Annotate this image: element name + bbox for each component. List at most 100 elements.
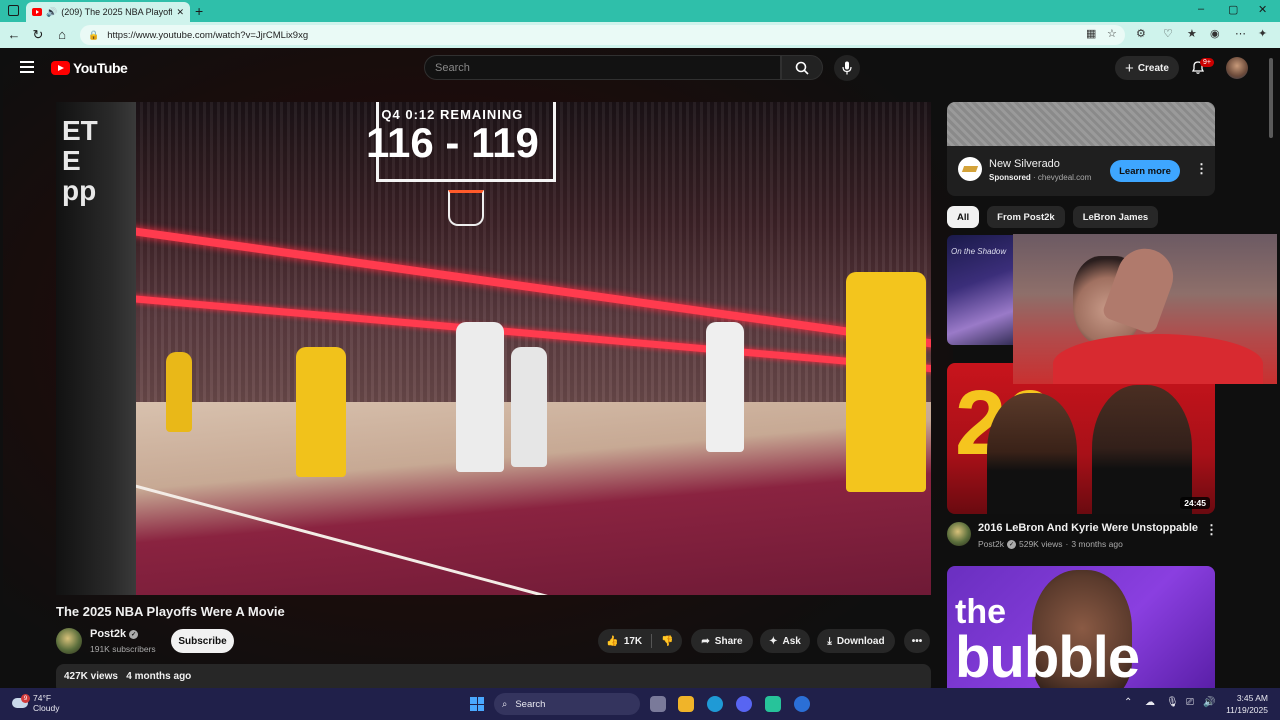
create-button[interactable]: + Create [1115, 56, 1179, 80]
browser-essentials-icon[interactable]: ♡ [1163, 27, 1173, 40]
ad-banner-image [947, 102, 1215, 146]
reader-view-icon[interactable]: ▦ [1086, 27, 1096, 40]
ad-more-options-icon[interactable]: ⋮ [1195, 161, 1208, 177]
related-video-thumbnail[interactable]: the bubble [947, 566, 1215, 688]
back-icon[interactable]: ← [6, 27, 22, 42]
ask-label: Ask [782, 635, 801, 647]
profile-icon[interactable]: ◉ [1210, 27, 1220, 40]
show-hidden-icons[interactable]: ⌃ [1124, 697, 1132, 708]
extensions-icon[interactable]: ⚙ [1136, 27, 1146, 40]
refresh-icon[interactable]: ↻ [30, 27, 46, 43]
related-video-thumbnail[interactable]: 20 24:45 [947, 363, 1215, 514]
page-scrollbar[interactable] [1269, 58, 1273, 138]
edge-browser-icon[interactable] [707, 696, 723, 712]
chip-all[interactable]: All [947, 206, 980, 228]
thumbs-up-icon: 👍 [606, 635, 619, 647]
like-separator [651, 634, 653, 648]
browser-tab-bar: 🔊 (209) The 2025 NBA Playoffs ✕ + ‒ ▢ ✕ [0, 0, 1280, 22]
sponsored-ad-card[interactable]: New Silverado Sponsored · chevydeal.com … [947, 102, 1215, 196]
tab-title: (209) The 2025 NBA Playoffs [61, 7, 173, 17]
voice-search-button[interactable] [834, 55, 860, 81]
menu-icon[interactable] [20, 61, 34, 73]
share-label: Share [714, 635, 743, 647]
taskbar-search[interactable]: ⌕ Search [494, 693, 640, 715]
download-button[interactable]: ⤓ Download [817, 629, 895, 653]
chip-from-post2k[interactable]: From Post2k [987, 206, 1065, 228]
thumbnail-player-kyrie [987, 393, 1077, 514]
browser-tab[interactable]: 🔊 (209) The 2025 NBA Playoffs ✕ [26, 2, 190, 22]
task-view-icon[interactable] [650, 696, 666, 712]
plus-icon: + [1125, 59, 1134, 77]
lock-icon[interactable]: 🔒 [88, 30, 99, 41]
address-bar[interactable]: 🔒 https://www.youtube.com/watch?v=JjrCML… [80, 25, 1125, 45]
related-video-title[interactable]: 2016 LeBron And Kyrie Were Unstoppable [978, 522, 1198, 534]
verified-icon: ✓ [1007, 539, 1016, 549]
share-button[interactable]: ➦ Share [691, 629, 753, 653]
tab-actions-icon[interactable] [8, 5, 19, 16]
favorite-star-icon[interactable]: ☆ [1107, 27, 1117, 40]
chip-lebron-james[interactable]: LeBron James [1072, 206, 1159, 228]
thumbs-down-icon[interactable]: 👎 [661, 636, 673, 647]
subscribe-button[interactable]: Subscribe [171, 629, 234, 653]
onedrive-icon[interactable]: ☁ [1145, 697, 1155, 708]
player-white-3 [706, 322, 744, 452]
download-label: Download [836, 635, 885, 647]
player-white-2 [511, 347, 547, 467]
app-icon[interactable] [765, 696, 781, 712]
maximize-button[interactable]: ▢ [1228, 3, 1238, 16]
player-yellow-43 [846, 272, 926, 492]
webcam-shirt [1053, 334, 1263, 384]
thumbnail-text: On the Shadow [951, 247, 1007, 256]
more-horizontal-icon: ••• [911, 635, 923, 647]
video-player[interactable]: ET Epp Q4 0:12 REMAINING 116 - 119 [56, 102, 931, 595]
search-button[interactable] [781, 55, 823, 80]
file-explorer-icon[interactable] [678, 696, 694, 712]
close-tab-icon[interactable]: ✕ [176, 7, 184, 18]
search-input[interactable]: Search [424, 55, 781, 80]
youtube-play-icon [51, 61, 70, 75]
start-button[interactable] [470, 697, 484, 711]
more-actions-button[interactable]: ••• [904, 629, 930, 653]
player-yellow-2 [166, 352, 192, 432]
speaker-icon[interactable]: 🔊 [46, 7, 57, 18]
network-icon[interactable]: ⎚ [1186, 697, 1194, 708]
volume-icon[interactable]: 🔊 [1203, 697, 1215, 708]
copilot-icon[interactable]: ✦ [1258, 27, 1267, 40]
settings-more-icon[interactable]: ⋯ [1235, 27, 1246, 40]
weather-widget[interactable]: 9 74°F Cloudy [12, 693, 59, 713]
channel-avatar[interactable] [56, 628, 82, 654]
share-icon: ➦ [701, 635, 710, 647]
microphone-tray-icon[interactable]: 🎙 [1166, 697, 1179, 708]
home-icon[interactable]: ⌂ [54, 27, 70, 42]
create-label: Create [1137, 62, 1169, 74]
youtube-logo-text: YouTube [73, 60, 128, 76]
like-dislike-group: 👍 17K 👎 [598, 629, 682, 653]
related-channel-name[interactable]: Post2k [978, 539, 1004, 549]
url-text: https://www.youtube.com/watch?v=JjrCMLix… [107, 29, 309, 41]
ask-button[interactable]: ✦ Ask [760, 629, 810, 653]
search-icon [795, 61, 809, 75]
channel-name-link[interactable]: Post2k ✓ [90, 628, 139, 640]
webcam-overlay [1013, 234, 1277, 384]
new-tab-button[interactable]: + [195, 3, 203, 19]
filter-chips: All From Post2k LeBron James [947, 206, 1159, 228]
upload-age: 4 months ago [126, 671, 192, 682]
learn-more-button[interactable]: Learn more [1110, 160, 1180, 182]
sponsored-label: Sponsored [989, 173, 1031, 182]
youtube-logo[interactable]: YouTube [51, 60, 128, 76]
app-icon-blue[interactable] [794, 696, 810, 712]
minimize-button[interactable]: ‒ [1198, 3, 1204, 15]
related-channel-avatar[interactable] [947, 522, 971, 546]
related-video-meta: Post2k ✓ 529K views · 3 months ago [978, 539, 1123, 549]
close-window-button[interactable]: ✕ [1258, 3, 1267, 16]
description-box[interactable]: 427K views 4 months ago [56, 664, 931, 688]
discord-icon[interactable] [736, 696, 752, 712]
related-more-options-icon[interactable]: ⋮ [1205, 522, 1218, 538]
account-avatar[interactable] [1226, 57, 1248, 79]
stanchion-pad: ET Epp [56, 102, 136, 595]
thumbnail-text: bubble [955, 625, 1140, 688]
favorites-list-icon[interactable]: ★ [1187, 27, 1197, 40]
video-title: The 2025 NBA Playoffs Were A Movie [56, 604, 285, 619]
system-clock[interactable]: 3:45 AM 11/19/2025 [1226, 692, 1268, 716]
like-button[interactable]: 👍 17K [606, 636, 642, 647]
